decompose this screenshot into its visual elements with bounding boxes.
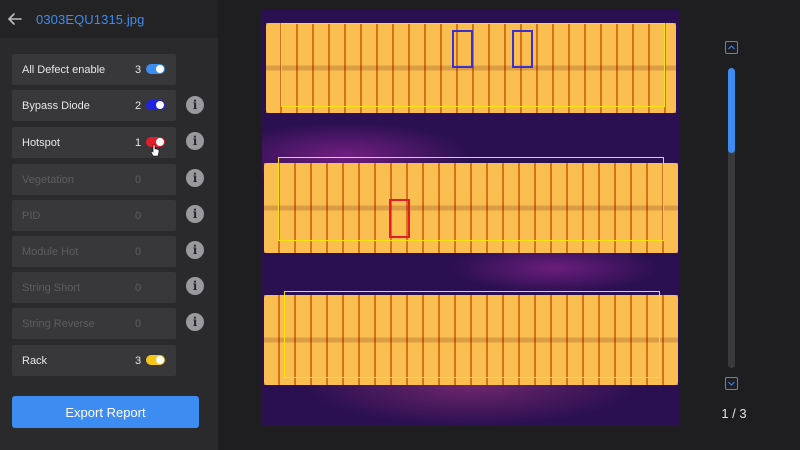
filter-count: 2 [135, 99, 142, 112]
scroll-up-button[interactable] [725, 41, 738, 54]
filter-count: 3 [135, 354, 142, 367]
info-icon[interactable]: i [186, 132, 204, 150]
filter-row-string-reverse: String Reverse 0 [12, 308, 176, 339]
back-arrow-icon[interactable] [0, 0, 30, 38]
filter-label: Module Hot [22, 245, 79, 258]
filter-label: Hotspot [22, 136, 60, 149]
scroll-down-button[interactable] [725, 377, 738, 390]
hotspot-box[interactable] [389, 199, 410, 238]
filter-count: 0 [135, 281, 142, 294]
sidebar: 0303EQU1315.jpg All Defect enable 3 Bypa… [0, 0, 218, 450]
info-icon[interactable]: i [186, 313, 204, 331]
filter-count: 0 [135, 209, 142, 222]
filter-label: PID [22, 209, 41, 222]
rack-box[interactable] [284, 291, 660, 378]
filter-count: 0 [135, 317, 142, 330]
filter-label: All Defect enable [22, 63, 106, 76]
rack-box[interactable] [281, 23, 665, 107]
filter-count: 3 [135, 63, 142, 76]
scroll-thumb[interactable] [728, 68, 735, 153]
filter-label: Bypass Diode [22, 99, 90, 112]
filter-row-module-hot: Module Hot 0 [12, 236, 176, 267]
info-icon[interactable]: i [186, 241, 204, 259]
export-report-button[interactable]: Export Report [12, 396, 199, 428]
header-bar: 0303EQU1315.jpg [0, 0, 218, 38]
bypass-diode-toggle[interactable] [146, 100, 165, 110]
thermal-image [262, 10, 680, 426]
all-defect-toggle[interactable] [146, 64, 165, 74]
filter-count: 1 [135, 136, 142, 149]
filter-count: 0 [135, 245, 142, 258]
info-icon[interactable]: i [186, 205, 204, 223]
filter-row-all-defect: All Defect enable 3 [12, 54, 176, 85]
hand-cursor-icon [150, 144, 160, 157]
filter-row-vegetation: Vegetation 0 [12, 164, 176, 195]
filter-row-bypass-diode: Bypass Diode 2 [12, 90, 176, 121]
filter-row-string-short: String Short 0 [12, 272, 176, 303]
filter-label: String Short [22, 281, 81, 294]
filter-row-rack: Rack 3 [12, 345, 176, 376]
file-name: 0303EQU1315.jpg [36, 11, 145, 27]
info-icon[interactable]: i [186, 96, 204, 114]
app-window: 0303EQU1315.jpg All Defect enable 3 Bypa… [0, 0, 800, 450]
filter-label: String Reverse [22, 317, 95, 330]
rack-toggle[interactable] [146, 355, 165, 365]
rack-box[interactable] [278, 157, 664, 241]
bypass-diode-box[interactable] [452, 30, 473, 68]
filter-row-pid: PID 0 [12, 200, 176, 231]
bypass-diode-box[interactable] [512, 30, 533, 68]
filter-label: Vegetation [22, 173, 74, 186]
info-icon[interactable]: i [186, 277, 204, 295]
filter-label: Rack [22, 354, 48, 367]
info-icon[interactable]: i [186, 169, 204, 187]
filter-count: 0 [135, 173, 142, 186]
page-indicator: 1 / 3 [721, 406, 747, 421]
